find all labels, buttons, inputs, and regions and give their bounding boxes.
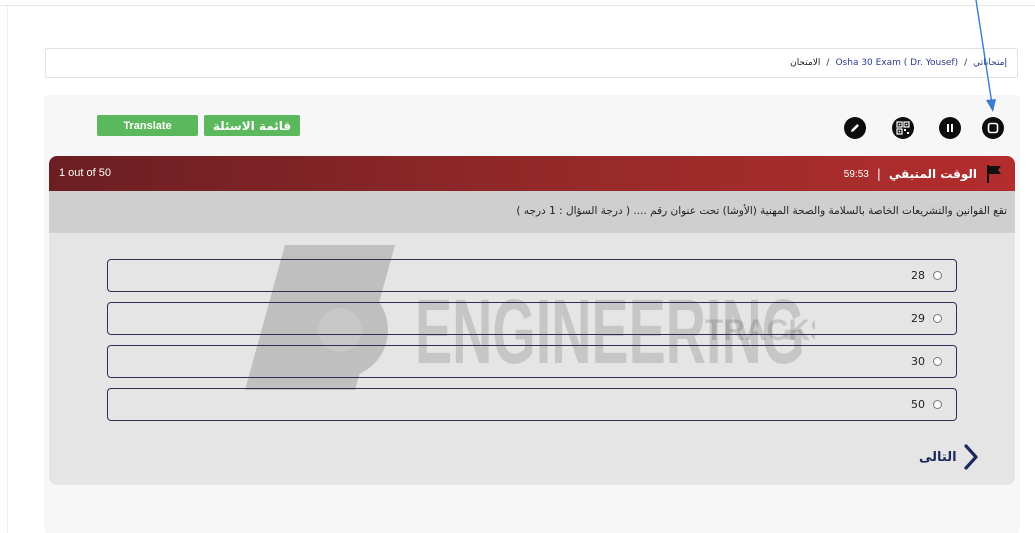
radio-button[interactable] bbox=[933, 400, 942, 409]
qr-grid-icon[interactable] bbox=[892, 117, 914, 139]
answer-option[interactable]: 50 bbox=[107, 388, 957, 421]
option-label: 30 bbox=[911, 355, 925, 368]
flag-icon[interactable] bbox=[985, 164, 1003, 184]
time-remaining-label: الوقت المتبقي bbox=[888, 167, 977, 181]
time-remaining-value: 59:53 bbox=[843, 168, 869, 180]
breadcrumb-separator: / bbox=[964, 58, 968, 68]
answer-option[interactable]: 29 bbox=[107, 302, 957, 335]
radio-button[interactable] bbox=[933, 357, 942, 366]
breadcrumb-home[interactable]: إمتحاناتي bbox=[973, 58, 1007, 68]
stop-icon[interactable] bbox=[982, 117, 1004, 139]
answer-option[interactable]: 30 bbox=[107, 345, 957, 378]
option-label: 50 bbox=[911, 398, 925, 411]
pause-icon[interactable] bbox=[939, 117, 961, 139]
breadcrumb-exam[interactable]: Osha 30 Exam ( Dr. Yousef) bbox=[835, 58, 958, 68]
answer-option[interactable]: 28 bbox=[107, 259, 957, 292]
timer-separator: | bbox=[876, 167, 881, 181]
option-label: 29 bbox=[911, 312, 925, 325]
next-button[interactable]: التالى bbox=[919, 444, 979, 470]
breadcrumb-current: الامتحان bbox=[790, 58, 821, 68]
breadcrumb: إمتحاناتي / Osha 30 Exam ( Dr. Yousef) /… bbox=[45, 48, 1018, 78]
top-divider bbox=[0, 5, 1035, 6]
radio-button[interactable] bbox=[933, 271, 942, 280]
question-list-button[interactable]: قائمة الاسئلة bbox=[204, 115, 300, 136]
next-label: التالى bbox=[919, 449, 957, 465]
question-counter: 1 out of 50 bbox=[59, 167, 111, 179]
option-label: 28 bbox=[911, 269, 925, 282]
pencil-icon[interactable] bbox=[844, 117, 866, 139]
radio-button[interactable] bbox=[933, 314, 942, 323]
question-text-band: تقع القوانين والتشريعات الخاصة بالسلامة … bbox=[49, 191, 1015, 233]
translate-button[interactable]: Translate bbox=[97, 115, 198, 136]
chevron-right-icon bbox=[963, 444, 978, 470]
left-rail bbox=[7, 6, 8, 533]
timer: الوقت المتبقي | 59:53 bbox=[844, 164, 1003, 184]
breadcrumb-separator: / bbox=[826, 58, 830, 68]
question-header: 1 out of 50 الوقت المتبقي | 59:53 bbox=[49, 156, 1015, 191]
question-text: تقع القوانين والتشريعات الخاصة بالسلامة … bbox=[516, 205, 1007, 217]
